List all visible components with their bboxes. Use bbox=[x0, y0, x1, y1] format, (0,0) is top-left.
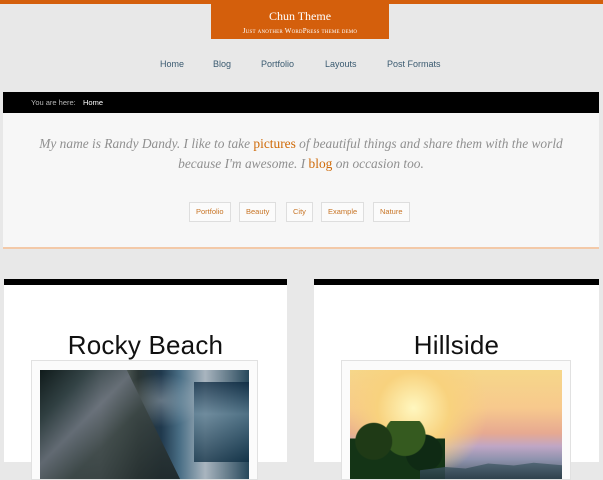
pictures-link[interactable]: pictures bbox=[253, 136, 295, 151]
site-branding[interactable]: Chun Theme Just another WordPress theme … bbox=[211, 0, 389, 39]
breadcrumb-prefix: You are here: bbox=[31, 98, 76, 107]
rocky-beach-photo[interactable] bbox=[40, 370, 249, 479]
intro-text-part-1: My name is Randy Dandy. I like to take bbox=[39, 136, 254, 151]
tag-portfolio[interactable]: Portfolio bbox=[189, 202, 231, 222]
site-title[interactable]: Chun Theme bbox=[211, 9, 389, 24]
breadcrumb-current-page[interactable]: Home bbox=[83, 92, 103, 113]
tag-example[interactable]: Example bbox=[321, 202, 365, 222]
tag-nature[interactable]: Nature bbox=[373, 202, 410, 222]
nav-item-blog[interactable]: Blog bbox=[213, 59, 231, 69]
post-title-hillside[interactable]: Hillside bbox=[314, 330, 599, 361]
hillside-photo[interactable] bbox=[350, 370, 562, 479]
tag-beauty[interactable]: Beauty bbox=[239, 202, 277, 222]
post-thumbnail-frame[interactable] bbox=[31, 360, 258, 480]
intro-text: My name is Randy Dandy. I like to take p… bbox=[23, 134, 579, 174]
post-thumbnail-frame[interactable] bbox=[341, 360, 571, 480]
main-navigation: Home Blog Portfolio Layouts Post Formats bbox=[0, 59, 603, 73]
intro-text-part-3: on occasion too. bbox=[332, 156, 424, 171]
nav-item-layouts[interactable]: Layouts bbox=[325, 59, 357, 69]
nav-item-home[interactable]: Home bbox=[160, 59, 184, 69]
post-card-hillside: Hillside bbox=[314, 279, 599, 480]
nav-item-portfolio[interactable]: Portfolio bbox=[261, 59, 294, 69]
post-title-rocky-beach[interactable]: Rocky Beach bbox=[4, 330, 287, 361]
site-tagline: Just another WordPress theme demo bbox=[242, 27, 358, 35]
intro-section: My name is Randy Dandy. I like to take p… bbox=[3, 113, 599, 249]
post-card-rocky-beach: Rocky Beach bbox=[4, 279, 287, 480]
breadcrumb-bar: You are here: Home bbox=[3, 92, 599, 113]
nav-item-post-formats[interactable]: Post Formats bbox=[387, 59, 441, 69]
tag-city[interactable]: City bbox=[286, 202, 313, 222]
blog-link[interactable]: blog bbox=[309, 156, 333, 171]
